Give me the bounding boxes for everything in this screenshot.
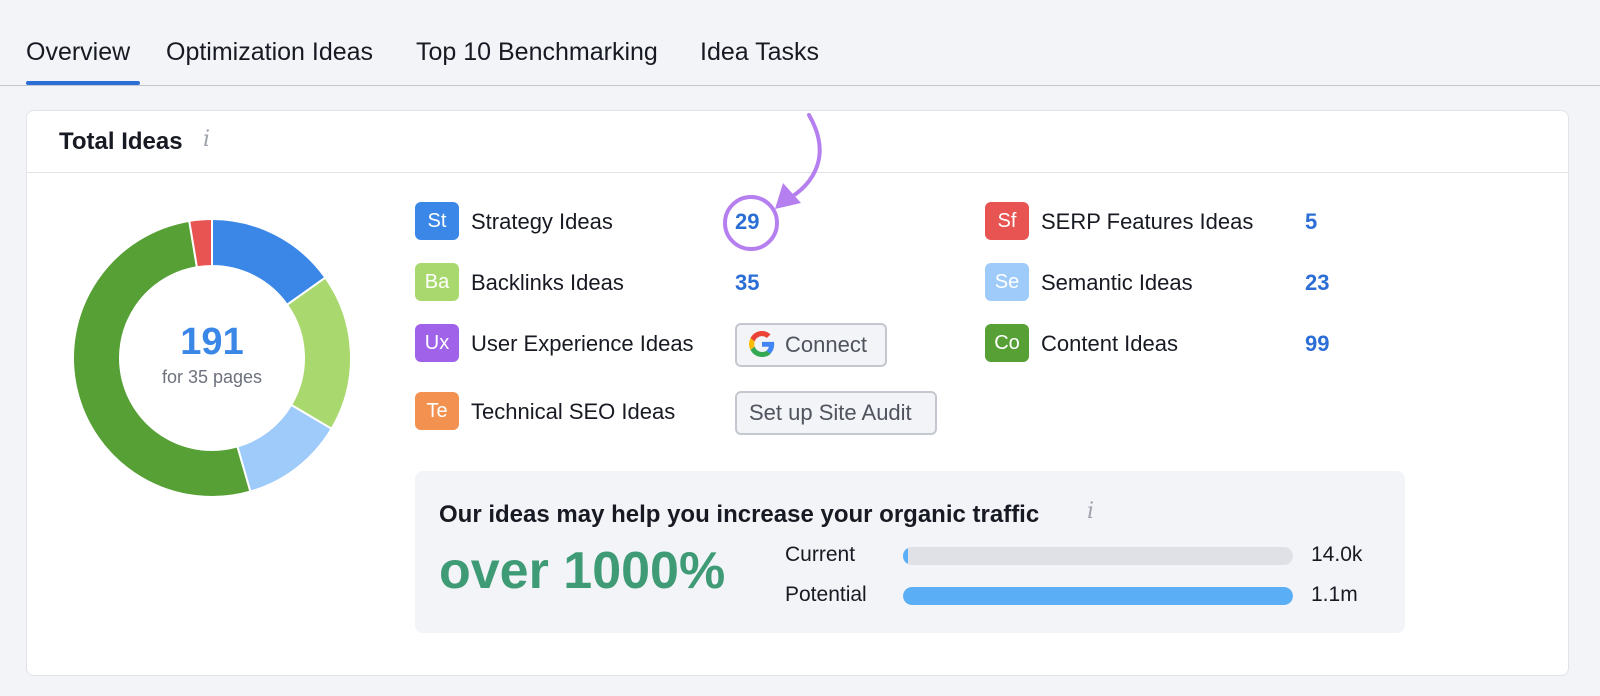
strategy-badge: St — [415, 202, 459, 240]
tab-bar: Overview Optimization Ideas Top 10 Bench… — [0, 0, 1600, 86]
idea-content[interactable]: Co Content Ideas — [985, 324, 1285, 364]
technical-seo-badge: Te — [415, 392, 459, 430]
idea-semantic[interactable]: Se Semantic Ideas — [985, 263, 1285, 303]
serp-features-count[interactable]: 5 — [1305, 209, 1317, 235]
backlinks-badge: Ba — [415, 263, 459, 301]
highlight-arrow-icon — [775, 113, 822, 209]
content-badge: Co — [985, 324, 1029, 362]
tab-optimization-ideas[interactable]: Optimization Ideas — [166, 38, 373, 67]
traffic-title: Our ideas may help you increase your org… — [439, 501, 1040, 528]
current-value: 14.0k — [1311, 543, 1363, 566]
traffic-increase: over 1000% — [439, 542, 726, 600]
semantic-badge: Se — [985, 263, 1029, 301]
idea-user-experience[interactable]: Ux User Experience Ideas — [415, 324, 715, 364]
tab-top-10-benchmarking[interactable]: Top 10 Benchmarking — [416, 38, 658, 67]
idea-label: User Experience Ideas — [471, 331, 694, 356]
current-bar-fill — [903, 547, 908, 565]
info-icon[interactable]: i — [1087, 499, 1094, 524]
active-tab-indicator — [26, 81, 140, 85]
serp-features-badge: Sf — [985, 202, 1029, 240]
traffic-panel: Our ideas may help you increase your org… — [415, 471, 1405, 633]
google-icon — [749, 331, 775, 358]
card-title: Total Ideas — [59, 128, 183, 155]
potential-bar-track — [903, 587, 1293, 605]
set-up-site-audit-button[interactable]: Set up Site Audit — [735, 391, 937, 435]
idea-serp-features[interactable]: Sf SERP Features Ideas — [985, 202, 1285, 242]
tab-overview[interactable]: Overview — [26, 38, 130, 67]
idea-backlinks[interactable]: Ba Backlinks Ideas — [415, 263, 715, 303]
user-experience-badge: Ux — [415, 324, 459, 362]
potential-bar-fill — [903, 587, 1293, 605]
content-count[interactable]: 99 — [1305, 331, 1329, 357]
connect-label: Connect — [785, 332, 867, 357]
idea-label: Semantic Ideas — [1041, 270, 1193, 295]
info-icon[interactable]: i — [203, 127, 210, 152]
potential-label: Potential — [785, 583, 867, 606]
donut-total: 191 — [180, 321, 244, 363]
tab-idea-tasks[interactable]: Idea Tasks — [700, 38, 819, 67]
semantic-count[interactable]: 23 — [1305, 270, 1329, 296]
total-ideas-card: Total Ideas i 191 for 35 pages St Strate… — [26, 110, 1569, 676]
current-bar-track — [903, 547, 1293, 565]
idea-label: SERP Features Ideas — [1041, 209, 1254, 234]
potential-value: 1.1m — [1311, 583, 1358, 606]
idea-label: Technical SEO Ideas — [471, 399, 676, 424]
idea-strategy[interactable]: St Strategy Ideas — [415, 202, 715, 242]
ideas-donut-chart: 191 for 35 pages — [71, 217, 353, 499]
donut-center: 191 for 35 pages — [71, 217, 353, 499]
donut-subtitle: for 35 pages — [161, 367, 263, 387]
idea-label: Content Ideas — [1041, 331, 1178, 356]
backlinks-count[interactable]: 35 — [735, 270, 759, 296]
current-label: Current — [785, 543, 856, 566]
idea-label: Strategy Ideas — [471, 209, 613, 234]
idea-label: Backlinks Ideas — [471, 270, 624, 295]
connect-google-button[interactable]: Connect — [735, 323, 887, 367]
idea-technical-seo[interactable]: Te Technical SEO Ideas — [415, 392, 715, 432]
